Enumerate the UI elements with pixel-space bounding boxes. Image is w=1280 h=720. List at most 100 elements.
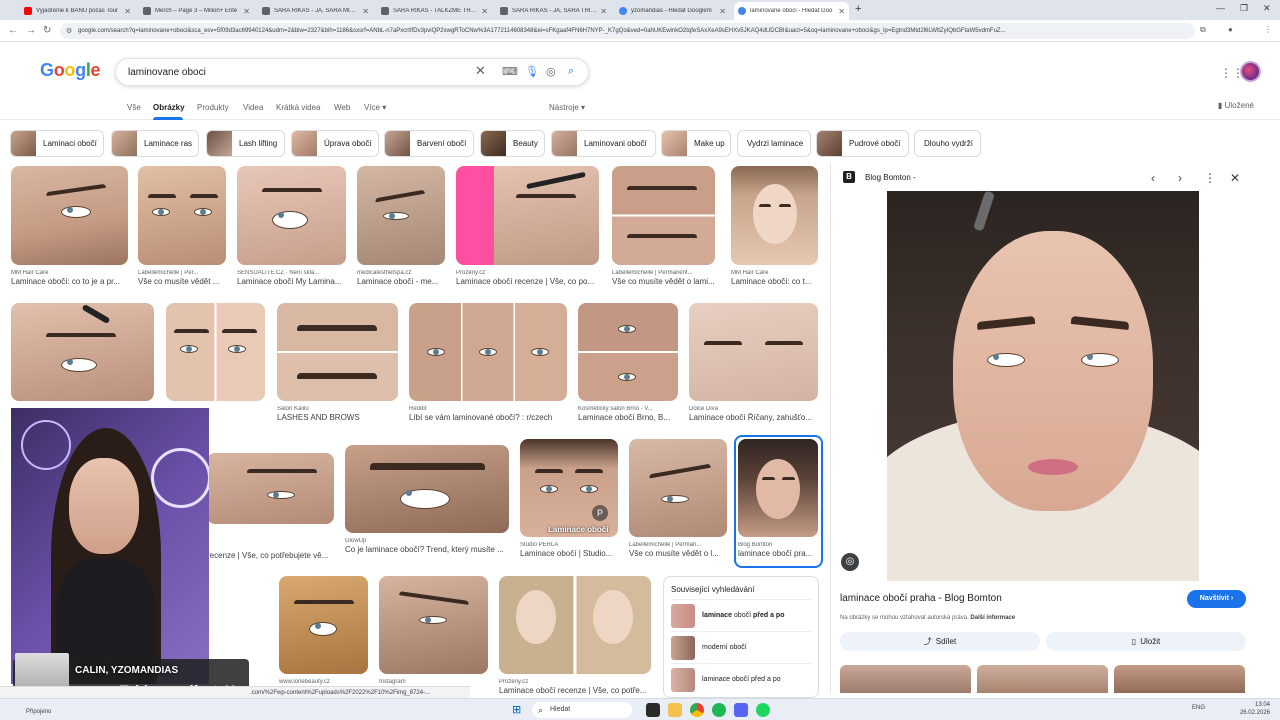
more-options-icon[interactable]: ⋮ [1204,171,1216,185]
result-image[interactable] [499,576,651,674]
share-button[interactable]: ⤴ Sdílet [840,632,1040,651]
result-image[interactable] [578,303,678,401]
browser-tab[interactable]: Merch – Page 3 – Milion+ Ente ✕ [139,2,254,20]
result-image[interactable] [207,453,334,524]
result-caption[interactable]: Líbí se vám laminované obočí? : r/czech [409,413,567,422]
tab-short-videos[interactable]: Krátká videa [276,103,320,112]
visit-button[interactable]: Navštívit › [1187,590,1246,608]
tab-videos[interactable]: Videa [243,103,263,112]
result-image[interactable] [612,166,715,265]
result-caption[interactable]: Laminace obočí recenze | Vše, co po... [456,277,599,286]
windows-start-icon[interactable]: ⊞ [512,703,521,716]
result-caption[interactable]: Laminace obočí My Lamina... [237,277,346,286]
clock[interactable]: 13:04 26.02.2026 [1226,701,1270,717]
image-result[interactable]: GlowUp Co je laminace obočí? Trend, kter… [345,445,509,554]
related-item[interactable]: moderní obočí [671,631,811,663]
image-result[interactable]: SENSUALITE.CZ · Není skla... Laminace ob… [237,166,346,286]
browser-tab[interactable]: SARA RIKAS - JA, SÁRA TRIKO ✕ [496,2,611,20]
back-icon[interactable]: ← [8,25,18,36]
result-image[interactable] [409,303,567,401]
menu-icon[interactable]: ⋮ [1264,25,1272,34]
image-result-selected[interactable]: Blog Bomton laminace obočí pra... [738,439,818,558]
more-info-link[interactable]: Další informace [970,615,1015,621]
image-result[interactable]: P Laminace obočí Studio PERLA Laminace o… [520,439,618,558]
close-panel-icon[interactable]: ✕ [1230,171,1240,185]
search-icon[interactable]: ⌕ [568,65,574,78]
taskview-icon[interactable] [646,703,660,717]
result-caption[interactable]: Laminace obočí: co t... [731,277,818,286]
tab-web[interactable]: Web [334,103,350,112]
saved-link[interactable]: ▮ Uložené [1218,101,1254,110]
result-image[interactable] [629,439,727,537]
tab-images[interactable]: Obrázky [153,103,185,112]
microphone-icon[interactable]: 🎙 [525,65,539,78]
result-image[interactable] [731,166,818,265]
extensions-icon[interactable]: ⧉ [1200,25,1206,35]
result-caption[interactable]: Laminace obočí recenze | Vše, co potře..… [499,686,651,695]
forward-icon[interactable]: → [26,25,36,36]
previous-icon[interactable]: ‹ [1151,171,1155,185]
preview-image[interactable] [887,191,1199,581]
tab-products[interactable]: Produkty [197,103,229,112]
result-image[interactable] [357,166,445,265]
tools-button[interactable]: Nástroje ▾ [549,103,585,112]
google-logo[interactable]: Google [40,60,101,81]
image-result[interactable]: Labellemichelle | Per... Vše co musíte v… [138,166,226,286]
image-result[interactable]: Proženy.cz Laminace obočí recenze | Vše,… [456,166,599,286]
result-image[interactable] [456,166,599,265]
chip[interactable]: Laminovani obočí [551,130,656,157]
chip[interactable]: Dlouho vydrží [914,130,981,157]
chip[interactable]: Úprava obočí [291,130,379,157]
minimize-icon[interactable]: — [1216,3,1225,13]
discord-icon[interactable] [734,703,748,717]
panel-source[interactable]: Blog Bomton - [865,173,916,182]
browser-tab[interactable]: SARA RIKAS - JA, SÁRA MIKINA ✕ [258,2,373,20]
related-item[interactable]: laminace obočí před a po [671,663,811,695]
image-result[interactable]: Proženy.cz Laminace obočí recenze | Vše,… [499,576,651,695]
image-result[interactable]: Kosmetický salon Brno - V... Laminace ob… [578,303,678,422]
image-result[interactable] [11,303,154,407]
result-caption[interactable]: Laminace obočí Říčany, zahušťo... [689,413,818,422]
reload-icon[interactable]: ↻ [43,25,51,36]
browser-tab-active[interactable]: laminovane oboci - Hledat Goo ✕ [734,2,849,20]
image-result[interactable]: www.lonebeauty.cz [279,576,368,685]
panel-title[interactable]: laminace obočí praha - Blog Bomton [840,593,1002,604]
taskbar-search[interactable]: Hledat [532,702,632,718]
chip[interactable]: Laminace ras [111,130,199,157]
result-image[interactable] [689,303,818,401]
new-tab-button[interactable]: + [855,3,861,15]
lens-search-icon[interactable]: ◎ [841,553,859,571]
image-result[interactable]: obočí [166,303,265,416]
browser-tab[interactable]: Vyjadrenie k BANU počas Tour ✕ [20,2,135,20]
close-icon[interactable]: ✕ [838,7,845,16]
restore-icon[interactable]: ❐ [1240,3,1248,14]
result-caption[interactable]: recenze | Vše, co potřebujete vě... [207,551,334,560]
close-icon[interactable]: ✕ [362,7,369,16]
app-icon[interactable] [712,703,726,717]
related-item[interactable]: laminace obočí před a po [671,599,811,631]
result-caption[interactable]: Laminace obočí: co to je a pr... [11,277,128,286]
image-result[interactable]: Reddit Líbí se vám laminované obočí? : r… [409,303,567,422]
url-field[interactable]: ⚙ google.com/search?q=laminovane+oboci&s… [60,23,1195,39]
result-caption[interactable]: Vše co musíte vědět o lami... [612,277,715,286]
result-image[interactable] [166,303,265,401]
image-result[interactable]: MM Hair Care Laminace obočí: co to je a … [11,166,128,286]
profile-icon[interactable]: ● [1228,25,1233,34]
clear-icon[interactable]: ✕ [475,63,486,79]
image-result[interactable]: Labellemichelle | Permanent... Vše co mu… [612,166,715,286]
chip[interactable]: Vydrzi laminace [737,130,811,157]
related-image[interactable] [977,665,1108,693]
browser-tab[interactable]: SARA RIKAS - TALKZME TRIKO ✕ [377,2,492,20]
save-button[interactable]: ▯ Uložit [1046,632,1246,651]
result-image[interactable] [277,303,398,401]
chip[interactable]: Laminaci obočí [10,130,104,157]
window-close-icon[interactable]: ✕ [1263,3,1271,14]
language-indicator[interactable]: ENG [1192,705,1205,711]
lens-icon[interactable]: ◎ [546,65,556,78]
result-image[interactable] [11,303,154,401]
keyboard-icon[interactable]: ⌨ [502,65,518,78]
close-icon[interactable]: ✕ [600,7,607,16]
site-info-icon[interactable]: ⚙ [66,27,72,35]
tab-more[interactable]: Více ▾ [364,103,386,112]
result-caption[interactable]: Co je laminace obočí? Trend, který musít… [345,545,509,554]
